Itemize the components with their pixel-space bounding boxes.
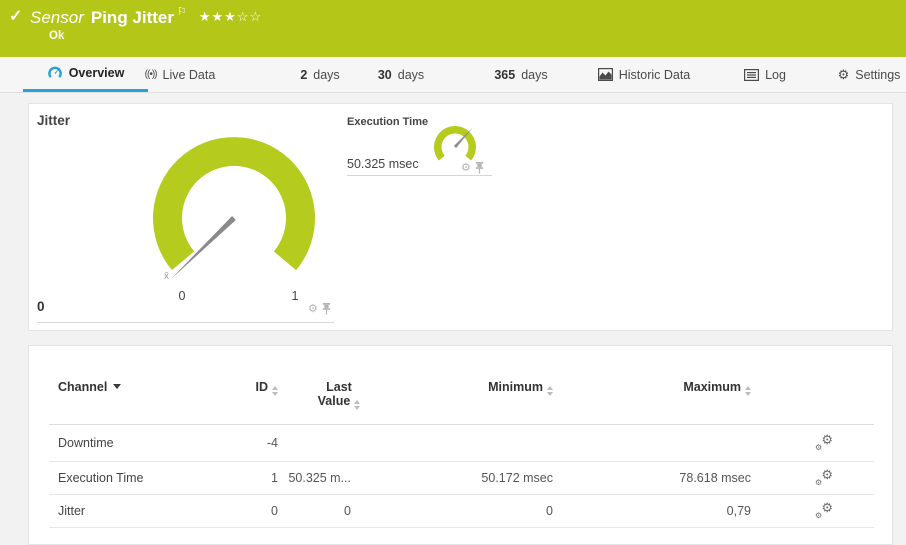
channel-name: Execution Time: [58, 470, 144, 485]
tab-settings[interactable]: ⚙ Settings: [832, 57, 906, 92]
gauges-panel: Jitter x̄ 0 1 0 ⚙ Execution Time 50.325 …: [28, 103, 893, 331]
channel-settings-gears-icon[interactable]: ⚙ ⚙: [815, 468, 833, 487]
channel-last-value: [283, 424, 351, 461]
execution-time-gauge-title: Execution Time: [347, 116, 429, 128]
tab-settings-label: Settings: [855, 67, 901, 82]
channel-last-value: 50.325 m...: [288, 470, 351, 485]
channel-settings-gears-icon[interactable]: ⚙ ⚙: [815, 433, 833, 452]
tab-live-data-label: Live Data: [162, 67, 216, 82]
gauge-settings-icon[interactable]: ⚙: [308, 303, 318, 315]
channel-name: Downtime: [58, 435, 114, 450]
pin-icon[interactable]: [475, 162, 484, 174]
tab-2-days-label: days: [313, 67, 340, 82]
tab-historic-data-label: Historic Data: [618, 67, 691, 82]
area-chart-icon: [597, 68, 613, 81]
gear-icon: ⚙: [837, 66, 850, 82]
channel-id: 0: [271, 503, 278, 518]
divider: [347, 175, 492, 176]
tab-overview[interactable]: Overview: [23, 57, 148, 92]
channel-table-panel: Channel ID Last Value Minimum Maximum Do…: [28, 345, 893, 545]
tab-bar: Overview ((•)) Live Data 2 days 30 days …: [0, 57, 906, 93]
tab-overview-label: Overview: [68, 66, 125, 80]
channel-last-value: 0: [344, 503, 351, 518]
favorite-flag-icon[interactable]: ⚐: [177, 6, 187, 18]
tab-365-days-number: 365: [494, 67, 516, 82]
tab-log[interactable]: Log: [740, 57, 790, 92]
status-ok-icon: ✓: [9, 8, 23, 25]
tab-365-days-label: days: [521, 67, 548, 82]
tab-live-data[interactable]: ((•)) Live Data: [140, 57, 220, 92]
jitter-gauge-title: Jitter: [37, 113, 71, 128]
stars-empty: ☆☆: [236, 9, 263, 24]
tab-2-days[interactable]: 2 days: [295, 57, 345, 92]
sort-icon: [272, 386, 278, 396]
jitter-gauge-actions: ⚙: [308, 303, 331, 315]
execution-time-current-value: 50.325 msec: [347, 157, 419, 171]
sensor-type-label: Sensor: [30, 8, 84, 27]
channel-name: Jitter: [58, 503, 86, 518]
gauge-icon: [47, 66, 62, 78]
log-list-icon: [744, 68, 760, 81]
live-data-icon: ((•)): [144, 69, 158, 80]
tab-log-label: Log: [765, 67, 786, 82]
pin-icon[interactable]: [322, 303, 331, 315]
tab-30-days-label: days: [397, 67, 425, 82]
gauge-scale-max: 1: [291, 289, 299, 303]
column-header-minimum-label: Minimum: [488, 380, 543, 394]
sensor-title-line: Sensor Ping Jitter ⚐ ★★★☆☆: [30, 5, 262, 28]
channel-settings-cell: ⚙ ⚙: [804, 461, 844, 494]
channel-minimum: [359, 424, 553, 461]
stars-filled: ★★★: [198, 9, 237, 24]
priority-stars[interactable]: ★★★☆☆: [199, 9, 262, 24]
tab-365-days[interactable]: 365 days: [488, 57, 554, 92]
channel-id: 1: [271, 470, 278, 485]
table-row: Downtime -4 ⚙ ⚙: [29, 424, 892, 461]
column-header-id-label: ID: [255, 380, 269, 394]
column-header-value-label: Value: [317, 394, 351, 408]
gauge-mean-marker: x̄: [164, 271, 169, 282]
gauge-settings-icon[interactable]: ⚙: [461, 162, 471, 174]
column-header-channel[interactable]: Channel: [58, 380, 208, 394]
channel-minimum: 0: [546, 503, 553, 518]
tab-2-days-number: 2: [300, 67, 308, 82]
sort-icon: [745, 386, 751, 396]
jitter-current-value: 0: [37, 299, 45, 314]
channel-id: -4: [266, 435, 278, 450]
sensor-header: ✓ Sensor Ping Jitter ⚐ ★★★☆☆ Ok: [0, 0, 906, 57]
column-header-maximum[interactable]: Maximum: [559, 380, 751, 396]
table-row: Jitter 0 0 0 0,79 ⚙ ⚙: [29, 494, 892, 527]
column-header-last-label: Last: [326, 380, 352, 394]
tab-historic-data[interactable]: Historic Data: [594, 57, 694, 92]
sort-icon: [547, 386, 553, 396]
channel-maximum: 0,79: [726, 503, 751, 518]
column-header-minimum[interactable]: Minimum: [359, 380, 553, 396]
sort-descending-icon: [113, 384, 122, 389]
channel-settings-cell: ⚙ ⚙: [804, 424, 844, 461]
gauge-scale-min: 0: [178, 289, 186, 303]
column-header-channel-label: Channel: [58, 380, 108, 394]
column-header-id[interactable]: ID: [213, 380, 278, 396]
channel-settings-gears-icon[interactable]: ⚙ ⚙: [815, 501, 833, 520]
page-title: Ping Jitter: [90, 8, 174, 27]
table-row: Execution Time 1 50.325 m... 50.172 msec…: [29, 461, 892, 494]
divider: [49, 527, 874, 528]
execution-time-gauge-actions: ⚙: [461, 162, 484, 174]
jitter-gauge[interactable]: [144, 130, 324, 290]
sort-icon: [354, 400, 361, 410]
status-badge: Ok: [49, 30, 65, 42]
divider: [37, 322, 334, 323]
tab-30-days-number: 30: [377, 67, 392, 82]
column-header-maximum-label: Maximum: [683, 380, 741, 394]
channel-maximum: [559, 424, 751, 461]
tab-30-days[interactable]: 30 days: [372, 57, 430, 92]
channel-minimum: 50.172 msec: [481, 470, 553, 485]
channel-maximum: 78.618 msec: [679, 470, 751, 485]
channel-settings-cell: ⚙ ⚙: [804, 494, 844, 527]
